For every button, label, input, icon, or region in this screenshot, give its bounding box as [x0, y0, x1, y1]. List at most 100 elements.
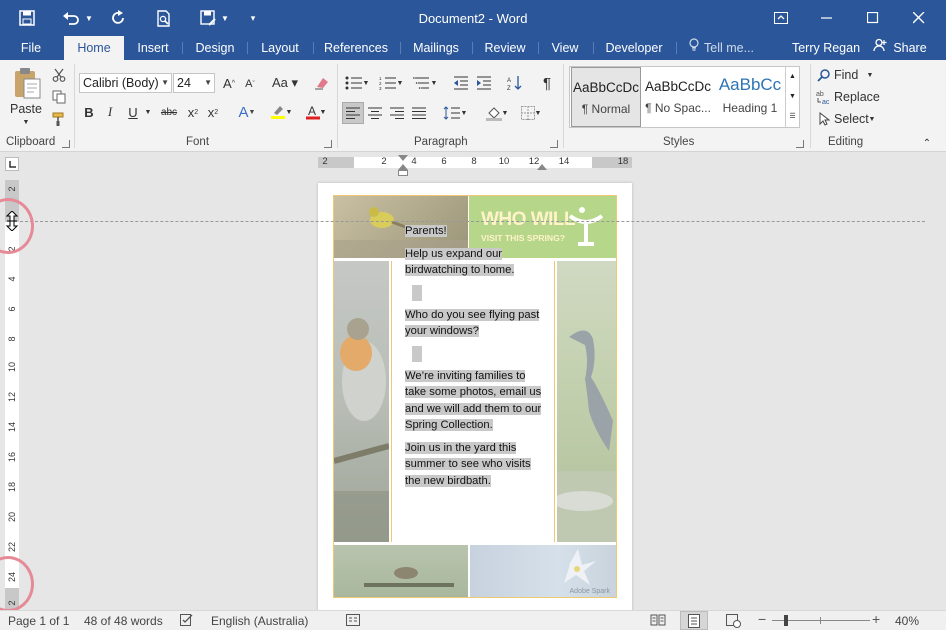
doc-empty-paragraph[interactable] [412, 345, 422, 362]
bold-icon[interactable]: B [80, 102, 98, 122]
user-name[interactable]: Terry Regan [790, 36, 862, 60]
print-layout-icon[interactable] [680, 611, 708, 630]
lightbulb-icon[interactable] [686, 36, 702, 60]
save-icon[interactable] [14, 7, 40, 29]
tab-file[interactable]: File [10, 36, 52, 60]
justify-icon[interactable] [409, 102, 429, 124]
clear-formatting-icon[interactable] [312, 73, 332, 93]
font-launcher-icon[interactable] [324, 140, 332, 148]
find-button[interactable]: Find [834, 67, 862, 83]
save-as-icon[interactable] [196, 7, 220, 29]
multilevel-list-icon[interactable]: ▼ [410, 73, 440, 93]
doc-paragraph[interactable]: Who do you see flying past your windows? [405, 307, 545, 340]
word-count[interactable]: 48 of 48 words [84, 614, 163, 628]
undo-dropdown-icon[interactable]: ▼ [84, 7, 94, 29]
change-case-icon[interactable]: Aa ▾ [270, 73, 300, 93]
tab-references[interactable]: References [320, 36, 392, 60]
share-person-icon[interactable] [872, 36, 888, 60]
save-as-dropdown-icon[interactable]: ▼ [220, 7, 230, 29]
underline-dropdown-icon[interactable]: ▼ [143, 102, 153, 122]
undo-icon[interactable] [58, 7, 84, 29]
tab-layout[interactable]: Layout [254, 36, 306, 60]
tab-developer[interactable]: Developer [602, 36, 666, 60]
ribbon-display-icon[interactable] [758, 0, 804, 36]
zoom-slider-thumb[interactable] [784, 615, 788, 626]
horizontal-ruler[interactable]: 2 2 4 6 8 10 12 14 18 [318, 155, 632, 176]
heron-photo-right[interactable] [553, 261, 616, 542]
zoom-slider[interactable] [772, 615, 870, 626]
style-normal[interactable]: AaBbCcDc ¶ Normal [571, 67, 641, 127]
italic-icon[interactable]: I [101, 102, 119, 122]
select-icon[interactable] [816, 111, 832, 127]
format-painter-icon[interactable] [50, 110, 68, 128]
first-line-indent-marker[interactable] [398, 155, 408, 161]
bullets-icon[interactable]: ▼ [342, 73, 372, 93]
align-center-icon[interactable] [365, 102, 385, 124]
styles-more-icon[interactable]: ☰ [785, 107, 799, 127]
paragraph-launcher-icon[interactable] [550, 140, 558, 148]
sort-icon[interactable]: AZ [505, 73, 525, 93]
tab-mailings[interactable]: Mailings [408, 36, 464, 60]
font-size-combo[interactable]: 24 ▼ [173, 73, 215, 93]
paste-button[interactable]: Paste [6, 101, 46, 117]
proofing-icon[interactable] [180, 614, 194, 629]
paste-icon[interactable] [10, 66, 44, 100]
print-preview-icon[interactable] [152, 7, 176, 29]
styles-scroll-up-icon[interactable]: ▲ [785, 67, 799, 87]
tab-review[interactable]: Review [480, 36, 530, 60]
chevron-down-icon[interactable]: ▼ [204, 74, 212, 92]
language-status[interactable]: English (Australia) [211, 614, 308, 628]
doc-paragraph[interactable]: We’re inviting families to take some pho… [405, 368, 545, 434]
align-left-icon[interactable] [342, 102, 364, 124]
tab-design[interactable]: Design [190, 36, 240, 60]
chevron-down-icon[interactable]: ▼ [161, 74, 169, 92]
show-formatting-marks-icon[interactable]: ¶ [537, 73, 557, 93]
find-dropdown-icon[interactable]: ▼ [866, 67, 874, 83]
tab-insert[interactable]: Insert [130, 36, 176, 60]
align-right-icon[interactable] [387, 102, 407, 124]
numbering-icon[interactable]: 1 2 3 ▼ [376, 73, 406, 93]
tab-view[interactable]: View [546, 36, 584, 60]
collapse-ribbon-icon[interactable]: ⌃ [920, 136, 934, 150]
robin-photo-left[interactable] [333, 261, 390, 542]
copy-icon[interactable] [50, 88, 68, 106]
styles-launcher-icon[interactable] [796, 140, 804, 148]
page-count[interactable]: Page 1 of 1 [8, 614, 69, 628]
maximize-icon[interactable] [850, 0, 896, 36]
zoom-out-icon[interactable]: − [758, 611, 766, 627]
font-color-icon[interactable]: A ▼ [302, 102, 330, 122]
minimize-icon[interactable] [804, 0, 850, 36]
style-heading-1[interactable]: AaBbCc Heading 1 [715, 67, 785, 127]
superscript-icon[interactable]: x2 [204, 102, 222, 122]
tab-home[interactable]: Home [64, 36, 124, 60]
doc-paragraph[interactable]: Help us expand our birdwatching to home. [405, 246, 545, 279]
zoom-in-icon[interactable]: + [872, 611, 880, 627]
highlight-color-icon[interactable]: ▼ [266, 102, 296, 122]
paste-dropdown-icon[interactable]: ▼ [20, 117, 32, 127]
doc-paragraph[interactable]: Parents! [405, 223, 545, 240]
clipboard-launcher-icon[interactable] [62, 140, 70, 148]
underline-icon[interactable]: U [124, 102, 142, 122]
replace-button[interactable]: Replace [834, 89, 880, 105]
decrease-indent-icon[interactable] [451, 73, 471, 93]
bird-photo-bottom-left[interactable] [334, 545, 468, 597]
select-dropdown-icon[interactable]: ▼ [868, 111, 876, 127]
close-icon[interactable] [896, 0, 942, 36]
read-mode-icon[interactable] [650, 614, 666, 629]
right-indent-marker[interactable] [537, 164, 547, 170]
doc-empty-paragraph[interactable] [412, 284, 422, 301]
shading-icon[interactable]: ▼ [482, 102, 512, 124]
replace-icon[interactable]: ab ac [816, 89, 832, 105]
font-name-combo[interactable]: Calibri (Body) ▼ [79, 73, 172, 93]
doc-paragraph[interactable]: Join us in the yard this summer to see w… [405, 440, 545, 490]
flower-photo-bottom-right[interactable]: Adobe Spark [470, 545, 616, 597]
text-effects-icon[interactable]: A ▼ [233, 102, 261, 122]
cut-icon[interactable] [50, 66, 68, 84]
grow-font-icon[interactable]: A ^ [219, 73, 239, 93]
customize-qat-icon[interactable]: ▾ [246, 7, 260, 29]
find-icon[interactable] [816, 67, 832, 83]
borders-icon[interactable]: ▼ [516, 102, 546, 124]
left-indent-marker[interactable] [398, 170, 408, 176]
shrink-font-icon[interactable]: Aˇ [241, 75, 259, 93]
web-layout-icon[interactable] [726, 614, 742, 630]
